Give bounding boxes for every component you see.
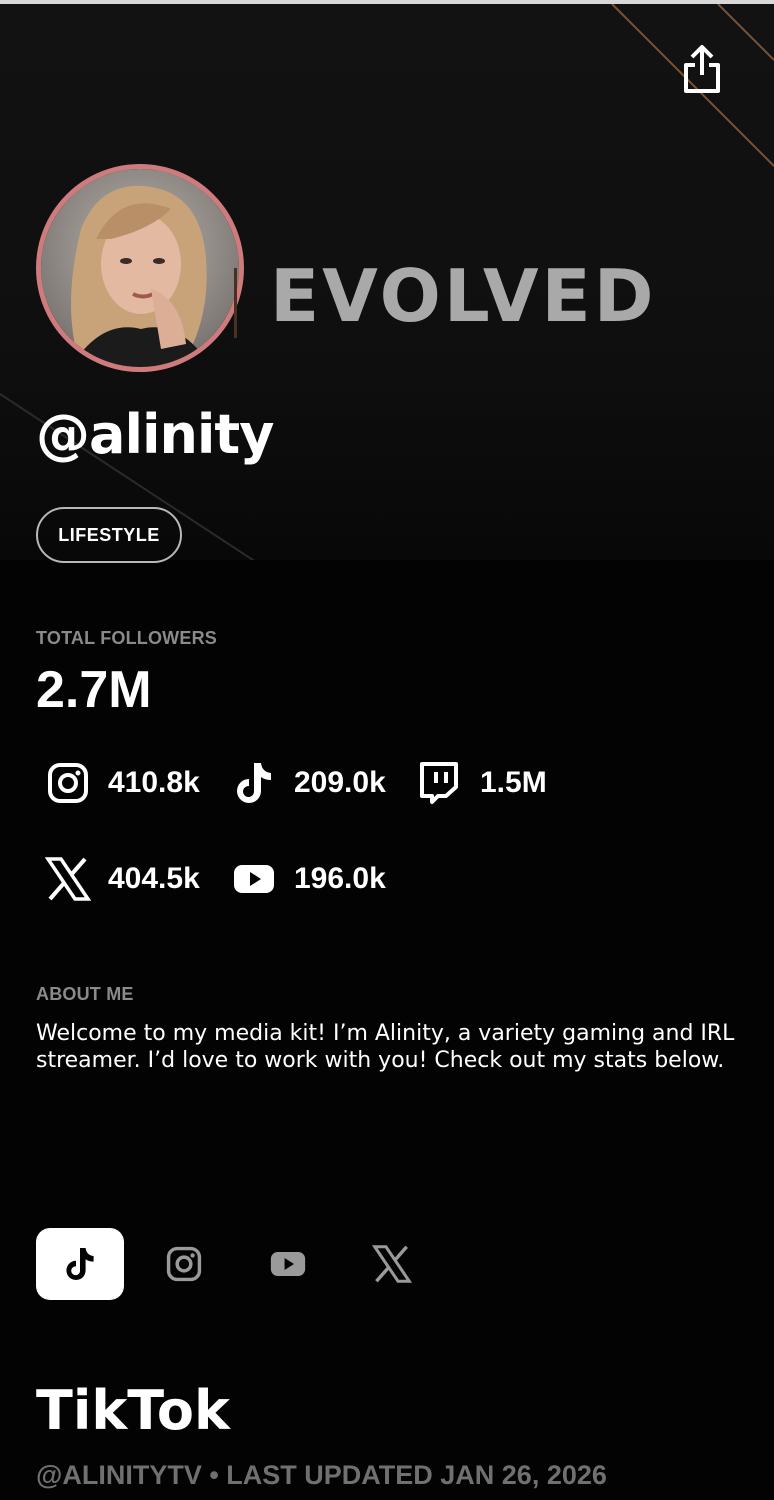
profile-handle: @alinity [36,403,274,466]
tiktok-count: 209.0k [294,766,386,799]
x-icon [40,851,96,907]
about-text: Welcome to my media kit! I’m Alinity, a … [36,1021,735,1073]
x-icon [372,1245,412,1283]
stat-x: 404.5k [40,851,200,907]
share-button[interactable] [676,40,728,98]
youtube-count: 196.0k [294,862,386,895]
total-followers-value: 2.7M [36,661,152,719]
about-label: ABOUT ME [36,984,134,1004]
tab-youtube[interactable] [244,1228,332,1300]
stat-instagram: 410.8k [40,755,200,811]
x-count: 404.5k [108,862,200,895]
instagram-count: 410.8k [108,766,200,799]
tab-instagram[interactable] [140,1228,228,1300]
total-followers-label: TOTAL FOLLOWERS [36,628,217,648]
platform-section-meta: @ALINITYTV • LAST UPDATED JAN 26, 2026 [36,1460,607,1490]
tab-tiktok[interactable] [36,1228,124,1300]
youtube-icon [270,1252,306,1276]
avatar [36,164,244,372]
tiktok-icon [66,1248,94,1280]
stat-tiktok: 209.0k [226,755,386,811]
stat-youtube: 196.0k [226,851,386,907]
twitch-icon [410,755,466,811]
instagram-icon [40,755,96,811]
platform-section-title: TikTok [36,1379,230,1442]
tiktok-icon [226,755,282,811]
stat-twitch: 1.5M [410,755,547,811]
category-tag[interactable]: LIFESTYLE [36,507,182,563]
youtube-icon [226,851,282,907]
twitch-count: 1.5M [480,766,547,799]
tab-x[interactable] [348,1228,436,1300]
brand-divider [234,268,237,338]
brand-logo: EVOLVED [270,254,657,338]
share-icon [684,45,720,93]
instagram-icon [166,1246,202,1282]
